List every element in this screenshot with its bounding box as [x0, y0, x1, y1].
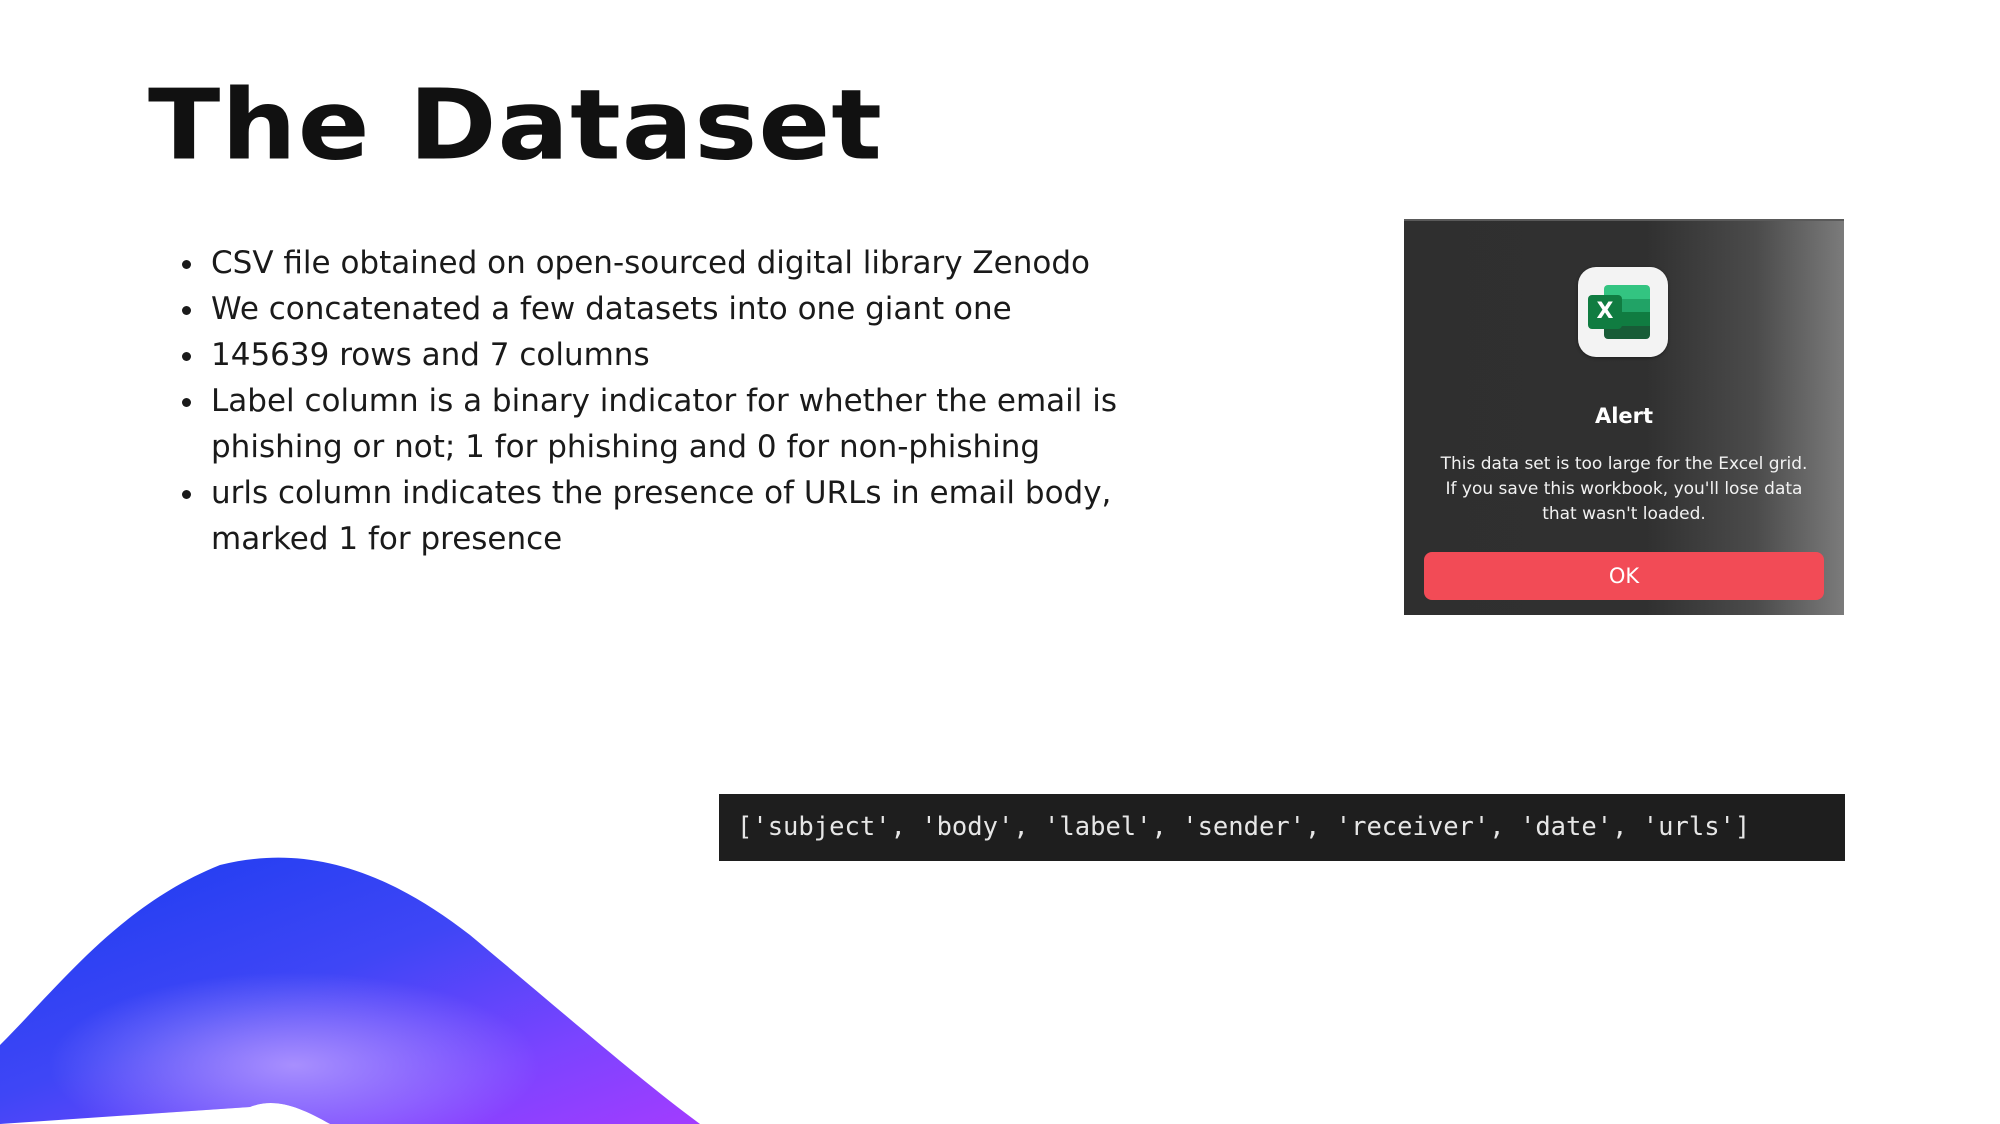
bullet-item: CSV file obtained on open-sourced digita…: [207, 240, 1227, 286]
bullet-list: CSV file obtained on open-sourced digita…: [173, 240, 1227, 562]
dialog-message: This data set is too large for the Excel…: [1440, 454, 1808, 524]
bullet-item: We concatenated a few datasets into one …: [207, 286, 1227, 332]
decorative-wave: [0, 857, 700, 1124]
alert-dialog: X Alert This data set is too large for t…: [1404, 219, 1844, 615]
dialog-title: Alert: [1594, 404, 1654, 428]
excel-x-badge: X: [1588, 295, 1622, 329]
code-output: ['subject', 'body', 'label', 'sender', '…: [719, 794, 1845, 861]
slide-title: The Dataset: [148, 68, 883, 182]
microsoft-excel-icon: X: [1578, 267, 1668, 357]
ok-button[interactable]: OK: [1424, 552, 1824, 600]
wave-highlight: [0, 857, 700, 1124]
bullet-item: 145639 rows and 7 columns: [207, 332, 1227, 378]
bullet-item: urls column indicates the presence of UR…: [207, 470, 1227, 562]
slide: The Dataset CSV file obtained on open-so…: [0, 0, 2000, 1124]
bullet-item: Label column is a binary indicator for w…: [207, 378, 1227, 470]
